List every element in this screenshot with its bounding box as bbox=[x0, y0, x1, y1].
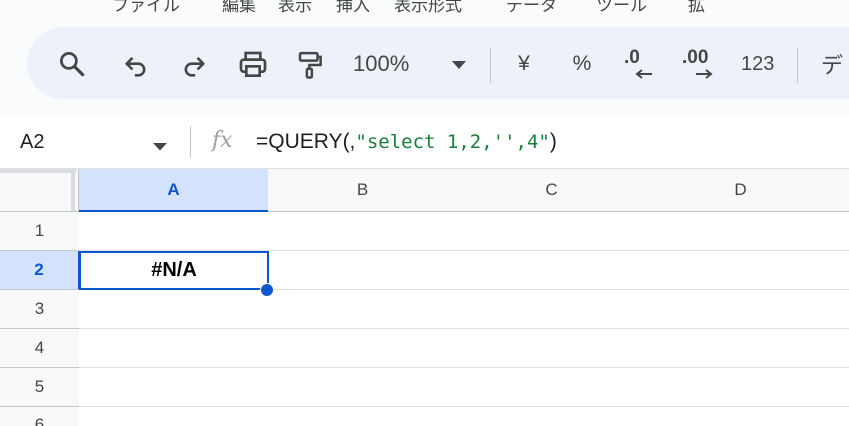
zoom-dropdown[interactable] bbox=[449, 57, 469, 73]
search-icon bbox=[60, 52, 85, 77]
triangle-down-icon bbox=[153, 143, 167, 151]
font-name: デ bbox=[821, 54, 844, 79]
column-header-d[interactable]: D bbox=[646, 169, 836, 212]
cell-c2[interactable] bbox=[457, 251, 647, 290]
cell-value: #N/A bbox=[151, 259, 197, 281]
decrease-decimal-button[interactable]: .0 bbox=[621, 41, 657, 85]
yen-icon: ¥ bbox=[518, 52, 530, 75]
menu-tools[interactable]: ツール bbox=[596, 0, 647, 14]
cell-a4[interactable] bbox=[79, 329, 269, 368]
menu-bar: ファイル 編集 表示 挿入 表示形式 データ ツール 拡 bbox=[0, 0, 849, 14]
cell-b2[interactable] bbox=[268, 251, 458, 290]
cell-a5[interactable] bbox=[79, 368, 269, 407]
formula-bar-separator bbox=[190, 126, 191, 158]
column-header-b[interactable]: B bbox=[268, 169, 458, 212]
cell-e4[interactable] bbox=[835, 329, 849, 368]
arrow-left-icon bbox=[635, 69, 652, 79]
paint-format-button[interactable] bbox=[293, 47, 327, 83]
redo-icon bbox=[184, 56, 205, 77]
cell-a2[interactable]: #N/A bbox=[79, 251, 269, 290]
column-header-a[interactable]: A bbox=[79, 169, 269, 212]
name-box-dropdown[interactable] bbox=[152, 138, 168, 156]
cell-b6[interactable] bbox=[268, 407, 458, 426]
cell-a6[interactable] bbox=[79, 407, 269, 426]
percent-format-button[interactable]: % bbox=[569, 49, 595, 79]
paint-roller-icon bbox=[298, 51, 322, 79]
formula-bar: A2 fx =QUERY(,"select 1,2,'',4") bbox=[0, 115, 849, 169]
print-icon bbox=[239, 51, 267, 77]
cell-b5[interactable] bbox=[268, 368, 458, 407]
menu-edit[interactable]: 編集 bbox=[222, 0, 256, 14]
row-header-4[interactable]: 4 bbox=[0, 329, 80, 368]
cell-e6[interactable] bbox=[835, 407, 849, 426]
menu-file[interactable]: ファイル bbox=[112, 0, 180, 14]
cell-a1[interactable] bbox=[79, 212, 269, 251]
undo-icon bbox=[125, 56, 146, 77]
cell-c3[interactable] bbox=[457, 290, 647, 329]
cell-e2[interactable] bbox=[835, 251, 849, 290]
fill-handle[interactable] bbox=[260, 283, 274, 297]
formula-prefix: =QUERY(, bbox=[256, 130, 356, 153]
cell-d6[interactable] bbox=[646, 407, 836, 426]
menu-data[interactable]: データ bbox=[506, 0, 557, 14]
percent-icon: % bbox=[572, 52, 592, 75]
cell-b1[interactable] bbox=[268, 212, 458, 251]
formula-suffix: ) bbox=[549, 130, 557, 153]
triangle-down-icon bbox=[452, 61, 466, 69]
cell-d3[interactable] bbox=[646, 290, 836, 329]
increase-decimal-label: .00 bbox=[682, 47, 709, 68]
toolbar-separator bbox=[490, 47, 491, 83]
freeze-row-handle[interactable] bbox=[0, 169, 76, 173]
cell-d1[interactable] bbox=[646, 212, 836, 251]
cell-c1[interactable] bbox=[457, 212, 647, 251]
toolbar-area: 100% ¥ % .0 .00 123 デ bbox=[0, 14, 849, 115]
cell-c5[interactable] bbox=[457, 368, 647, 407]
row-header-6[interactable]: 6 bbox=[0, 407, 80, 426]
column-header-c[interactable]: C bbox=[457, 169, 647, 212]
select-all-corner[interactable] bbox=[0, 169, 79, 212]
row-header-2[interactable]: 2 bbox=[0, 251, 80, 290]
cell-d4[interactable] bbox=[646, 329, 836, 368]
increase-decimal-button[interactable]: .00 bbox=[679, 41, 719, 85]
undo-button[interactable] bbox=[119, 49, 153, 83]
cell-c4[interactable] bbox=[457, 329, 647, 368]
name-box[interactable]: A2 bbox=[20, 131, 44, 154]
arrow-right-icon bbox=[696, 69, 713, 79]
menu-format[interactable]: 表示形式 bbox=[394, 0, 462, 14]
number-format-label: 123 bbox=[741, 52, 775, 75]
currency-format-button[interactable]: ¥ bbox=[511, 49, 537, 79]
toolbar: 100% ¥ % .0 .00 123 デ bbox=[27, 27, 849, 99]
menu-insert[interactable]: 挿入 bbox=[336, 0, 370, 14]
cell-a3[interactable] bbox=[79, 290, 269, 329]
redo-button[interactable] bbox=[177, 49, 211, 83]
cell-b4[interactable] bbox=[268, 329, 458, 368]
formula-string-literal: "select 1,2,'',4" bbox=[355, 131, 550, 153]
cell-e1[interactable] bbox=[835, 212, 849, 251]
menu-view[interactable]: 表示 bbox=[278, 0, 312, 14]
row-header-1[interactable]: 1 bbox=[0, 212, 80, 251]
row-header-3[interactable]: 3 bbox=[0, 290, 80, 329]
formula-input[interactable]: =QUERY(,"select 1,2,'',4") bbox=[256, 130, 557, 154]
cell-d5[interactable] bbox=[646, 368, 836, 407]
cell-e5[interactable] bbox=[835, 368, 849, 407]
cell-c6[interactable] bbox=[457, 407, 647, 426]
search-menus-button[interactable] bbox=[55, 47, 89, 81]
freeze-column-handle[interactable] bbox=[71, 169, 75, 211]
fx-icon: fx bbox=[212, 128, 233, 153]
spreadsheet-grid: A B C D 1 2 3 4 5 6 #N/A bbox=[0, 169, 849, 426]
cell-e3[interactable] bbox=[835, 290, 849, 329]
row-header-5[interactable]: 5 bbox=[0, 368, 80, 407]
decrease-decimal-label: .0 bbox=[624, 47, 640, 68]
menu-extensions[interactable]: 拡 bbox=[688, 0, 705, 14]
zoom-select[interactable]: 100% bbox=[353, 49, 409, 79]
zoom-value: 100% bbox=[353, 51, 410, 76]
cell-d2[interactable] bbox=[646, 251, 836, 290]
column-header-e[interactable] bbox=[835, 169, 849, 212]
toolbar-separator bbox=[797, 47, 798, 83]
cell-b3[interactable] bbox=[268, 290, 458, 329]
number-format-button[interactable]: 123 bbox=[741, 49, 774, 79]
font-select[interactable]: デ bbox=[821, 49, 843, 79]
print-button[interactable] bbox=[235, 47, 271, 83]
